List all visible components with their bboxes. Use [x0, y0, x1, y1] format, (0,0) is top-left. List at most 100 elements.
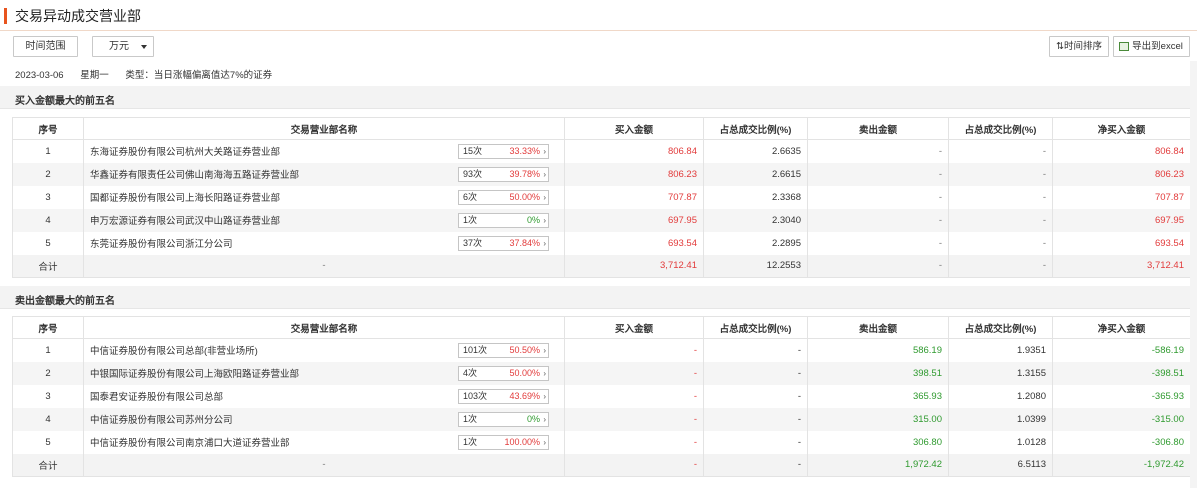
sell-ratio: - — [948, 208, 1053, 232]
buy-ratio: - — [703, 430, 808, 454]
table-row[interactable]: 2 华鑫证券有限责任公司佛山南海海五路证券营业部 93次 39.78% › 806.23 2… — [12, 162, 1191, 186]
row-no: 1 — [12, 139, 84, 163]
branch-name-cell: 中信证券股份有限公司总部(非营业场所) 101次 50.50% › — [83, 338, 565, 362]
branch-name-cell: 东海证券股份有限公司杭州大关路证券营业部 15次 33.33% › — [83, 139, 565, 163]
chevron-right-icon: › — [543, 192, 546, 202]
net-buy-amount: 693.54 — [1052, 231, 1191, 255]
table-row[interactable]: 1 东海证券股份有限公司杭州大关路证券营业部 15次 33.33% › 806.84 2.6… — [12, 139, 1191, 163]
trade-count: 1次 — [463, 436, 478, 447]
unit-select[interactable]: 万元 — [92, 36, 154, 57]
sell-ratio: - — [948, 185, 1053, 209]
export-excel-label: 导出到excel — [1132, 41, 1183, 52]
branch-name[interactable]: 中信证券股份有限公司总部(非营业场所) — [90, 346, 258, 357]
page-title: 交易异动成交营业部 — [15, 8, 141, 24]
net-buy-amount: -365.93 — [1052, 384, 1191, 408]
branch-name[interactable]: 国都证券股份有限公司上海长阳路证券营业部 — [90, 193, 280, 204]
buy-amount: - — [564, 384, 704, 408]
net-buy-amount: -586.19 — [1052, 338, 1191, 362]
col-header-net[interactable]: 净买入金额 — [1052, 316, 1191, 339]
col-header-no[interactable]: 序号 — [12, 117, 84, 140]
success-rate-badge[interactable]: 1次 100.00% › — [458, 434, 549, 450]
sell-ratio: 1.3155 — [948, 361, 1053, 385]
total-label: 合计 — [12, 254, 84, 278]
success-rate: 0% — [526, 214, 540, 225]
sell-ratio: - — [948, 139, 1053, 163]
buy-amount: 806.84 — [564, 139, 704, 163]
branch-name[interactable]: 申万宏源证券有限公司武汉中山路证券营业部 — [90, 216, 280, 227]
excel-icon — [1119, 42, 1129, 51]
success-rate-badge[interactable]: 103次 43.69% › — [458, 388, 549, 404]
chevron-right-icon: › — [543, 414, 546, 424]
time-sort-button[interactable]: ⇅时间排序 — [1049, 36, 1109, 57]
success-rate-badge[interactable]: 15次 33.33% › — [458, 144, 549, 159]
buy-section-header: 买入金额最大的前五名 — [0, 86, 1190, 109]
buy-amount: 806.23 — [564, 162, 704, 186]
total-net-buy: 3,712.41 — [1052, 254, 1191, 278]
branch-name-cell: 申万宏源证券有限公司武汉中山路证券营业部 1次 0% › — [83, 208, 565, 232]
col-header-sell[interactable]: 卖出金额 — [807, 117, 949, 140]
trade-count: 4次 — [463, 367, 478, 378]
success-rate-badge[interactable]: 101次 50.50% › — [458, 343, 549, 358]
sell-amount: 398.51 — [807, 361, 949, 385]
success-rate-badge[interactable]: 4次 50.00% › — [458, 365, 549, 381]
col-header-name[interactable]: 交易营业部名称 — [83, 316, 565, 339]
branch-name[interactable]: 华鑫证券有限责任公司佛山南海海五路证券营业部 — [90, 170, 299, 181]
buy-ratio: - — [703, 384, 808, 408]
success-rate-badge[interactable]: 37次 37.84% › — [458, 235, 549, 251]
col-header-sell-pct[interactable]: 占总成交比例(%) — [948, 117, 1053, 140]
title-accent-bar — [4, 8, 7, 24]
trade-count: 15次 — [463, 146, 483, 156]
sell-section-title: 卖出金额最大的前五名 — [15, 296, 115, 307]
chevron-right-icon: › — [543, 238, 546, 248]
branch-name[interactable]: 东莞证券股份有限公司浙江分公司 — [90, 239, 233, 250]
table-row[interactable]: 2 中银国际证券股份有限公司上海欧阳路证券营业部 4次 50.00% › - -398.51… — [12, 361, 1191, 385]
branch-name[interactable]: 东海证券股份有限公司杭州大关路证券营业部 — [90, 147, 280, 158]
total-name: - — [83, 254, 565, 278]
row-no: 5 — [12, 231, 84, 255]
branch-name[interactable]: 中银国际证券股份有限公司上海欧阳路证券营业部 — [90, 369, 299, 380]
trade-count: 93次 — [463, 168, 483, 179]
col-header-buy[interactable]: 买入金额 — [564, 316, 704, 339]
time-range-button[interactable]: 时间范围 — [13, 36, 78, 57]
col-header-net[interactable]: 净买入金额 — [1052, 117, 1191, 140]
table-row[interactable]: 4 申万宏源证券有限公司武汉中山路证券营业部 1次 0% › 697.95 2.3040- -… — [12, 208, 1191, 232]
table-header-row: 序号 交易营业部名称 买入金额 占总成交比例(%) 卖出金额 占总成交比例(%)… — [12, 117, 1191, 140]
col-header-buy[interactable]: 买入金额 — [564, 117, 704, 140]
branch-name[interactable]: 中信证券股份有限公司南京浦口大道证券营业部 — [90, 438, 290, 449]
col-header-no[interactable]: 序号 — [12, 316, 84, 339]
trade-count: 101次 — [463, 345, 488, 355]
total-row: 合计 - - -1,972.42 6.5113 -1,972.42 — [12, 453, 1191, 477]
table-row[interactable]: 3 国都证券股份有限公司上海长阳路证券营业部 6次 50.00% › 707.87 2.33… — [12, 185, 1191, 209]
success-rate-badge[interactable]: 1次 0% › — [458, 212, 549, 228]
table-row[interactable]: 5 东莞证券股份有限公司浙江分公司 37次 37.84% › 693.54 2.2895- -… — [12, 231, 1191, 255]
col-header-sell[interactable]: 卖出金额 — [807, 316, 949, 339]
row-no: 4 — [12, 407, 84, 431]
table-row[interactable]: 3 国泰君安证券股份有限公司总部 103次 43.69% › - -365.93 1.2080… — [12, 384, 1191, 408]
success-rate-badge[interactable]: 93次 39.78% › — [458, 166, 549, 182]
success-rate-badge[interactable]: 6次 50.00% › — [458, 189, 549, 205]
success-rate: 37.84% — [509, 237, 540, 248]
branch-name[interactable]: 国泰君安证券股份有限公司总部 — [90, 392, 223, 403]
row-no: 4 — [12, 208, 84, 232]
table-row[interactable]: 1 中信证券股份有限公司总部(非营业场所) 101次 50.50% › - -586.19 1… — [12, 338, 1191, 362]
trade-count: 1次 — [463, 214, 478, 225]
sell-section-header: 卖出金额最大的前五名 — [0, 286, 1190, 309]
branch-name[interactable]: 中信证券股份有限公司苏州分公司 — [90, 415, 233, 426]
total-sell-ratio: 6.5113 — [948, 453, 1053, 477]
chevron-right-icon: › — [543, 391, 546, 401]
success-rate-badge[interactable]: 1次 0% › — [458, 411, 549, 427]
col-header-sell-pct[interactable]: 占总成交比例(%) — [948, 316, 1053, 339]
sell-amount: - — [807, 231, 949, 255]
vertical-scrollbar[interactable] — [1190, 61, 1197, 488]
export-excel-button[interactable]: 导出到excel — [1113, 36, 1190, 57]
row-no: 3 — [12, 185, 84, 209]
col-header-buy-pct[interactable]: 占总成交比例(%) — [703, 117, 808, 140]
col-header-buy-pct[interactable]: 占总成交比例(%) — [703, 316, 808, 339]
table-row[interactable]: 4 中信证券股份有限公司苏州分公司 1次 0% › - -315.00 1.0399 -315.… — [12, 407, 1191, 431]
page-header: 交易异动成交营业部 — [0, 0, 1197, 31]
table-row[interactable]: 5 中信证券股份有限公司南京浦口大道证券营业部 1次 100.00% › - -306.80… — [12, 430, 1191, 454]
chevron-right-icon: › — [543, 215, 546, 225]
net-buy-amount: -306.80 — [1052, 430, 1191, 454]
col-header-name[interactable]: 交易营业部名称 — [83, 117, 565, 140]
buy-ratio: 2.6615 — [703, 162, 808, 186]
